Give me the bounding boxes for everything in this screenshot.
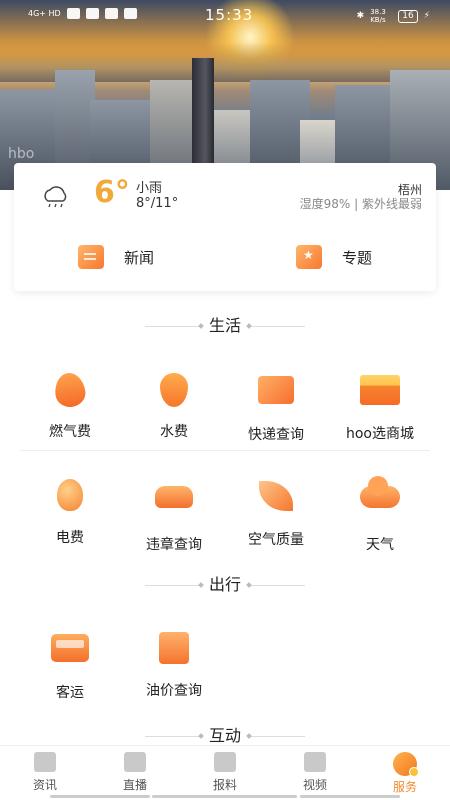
video-icon — [304, 752, 326, 772]
service-express-query[interactable]: 快递查询 — [220, 370, 332, 444]
network-indicator: 4G+ HD — [28, 9, 61, 18]
home-indicator — [50, 795, 150, 798]
service-icon — [393, 752, 419, 777]
hero-watermark: hbo — [8, 146, 35, 162]
tv-icon — [124, 752, 146, 772]
leaf-icon — [259, 481, 293, 511]
bottom-tab-bar: 资讯 直播 报料 视频 服务 — [0, 745, 450, 800]
temperature-range: 8°/11° — [136, 196, 179, 211]
weather-condition: 小雨 — [136, 181, 163, 196]
cloud-icon — [360, 476, 400, 508]
news-label: 新闻 — [124, 248, 155, 267]
service-fuel-price[interactable]: 油价查询 — [118, 628, 230, 700]
lightbulb-icon — [57, 479, 83, 511]
bluetooth-icon: ✱ — [356, 11, 365, 21]
tab-news[interactable]: 资讯 — [0, 752, 90, 793]
home-indicator — [152, 795, 297, 798]
news-tab-icon — [34, 752, 56, 772]
service-label: 违章查询 — [146, 537, 202, 553]
service-violation-query[interactable]: 违章查询 — [118, 476, 230, 554]
status-time: 15:33 — [205, 6, 254, 24]
rain-cloud-icon — [44, 186, 67, 208]
package-icon — [258, 376, 294, 404]
mail-icon — [66, 8, 80, 19]
section-title-travel: 出行 — [0, 571, 450, 595]
service-electricity-fee[interactable]: 电费 — [14, 476, 126, 547]
weather-details: 湿度98% | 紫外线最弱 — [299, 197, 422, 211]
network-speed: 38.3 KB/s — [370, 8, 386, 24]
link-icon — [104, 8, 118, 19]
tab-live[interactable]: 直播 — [90, 752, 180, 793]
service-label: 快递查询 — [248, 427, 304, 443]
topic-link[interactable]: 专题 — [296, 245, 372, 269]
news-icon — [78, 245, 104, 269]
service-air-quality[interactable]: 空气质量 — [220, 476, 332, 549]
tab-report[interactable]: 报料 — [180, 752, 270, 793]
video-notification-icon — [123, 8, 137, 19]
tab-video[interactable]: 视频 — [270, 752, 360, 793]
battery-icon: 16 — [398, 9, 418, 23]
service-label: hoo选商城 — [345, 426, 414, 442]
home-indicator — [300, 795, 400, 798]
message-icon — [85, 8, 99, 19]
service-hoo-mall[interactable]: hoo选商城 — [324, 370, 436, 443]
service-weather[interactable]: 天气 — [324, 476, 436, 554]
service-label: 空气质量 — [248, 532, 304, 548]
service-label: 油价查询 — [146, 683, 202, 699]
news-link[interactable]: 新闻 — [78, 245, 154, 269]
service-gas-fee[interactable]: 燃气费 — [14, 370, 126, 441]
service-water-fee[interactable]: 水费 — [118, 370, 230, 441]
service-label: 水费 — [160, 424, 188, 440]
fuel-pump-icon — [159, 632, 189, 664]
car-icon — [155, 486, 193, 508]
topic-label: 专题 — [342, 248, 373, 267]
service-label: 燃气费 — [49, 424, 91, 440]
camera-icon — [214, 752, 236, 772]
status-bar: 4G+ HD 15:33 ✱ 38.3 KB/s 16 ⚡ — [0, 0, 450, 30]
tab-service[interactable]: 服务 — [360, 752, 450, 795]
topic-star-icon — [296, 245, 322, 269]
section-title-interact: 互动 — [0, 722, 450, 746]
service-label: 天气 — [366, 537, 394, 553]
shop-icon — [360, 375, 400, 405]
bus-icon — [51, 634, 89, 662]
weather-card[interactable]: 6° 小雨 8°/11° 梧州 湿度98% | 紫外线最弱 新闻 专题 — [14, 163, 436, 291]
hero-banner: hbo 4G+ HD 15:33 ✱ 38.3 KB/s 16 ⚡ — [0, 0, 450, 190]
current-temperature: 6° — [94, 175, 130, 210]
divider — [20, 450, 430, 451]
service-label: 电费 — [56, 530, 84, 546]
charging-icon: ⚡ — [423, 11, 430, 21]
service-label: 客运 — [56, 685, 84, 701]
water-drop-icon — [160, 373, 188, 407]
section-title-life: 生活 — [0, 312, 450, 336]
service-passenger-transport[interactable]: 客运 — [14, 628, 126, 702]
flame-icon — [52, 371, 88, 409]
